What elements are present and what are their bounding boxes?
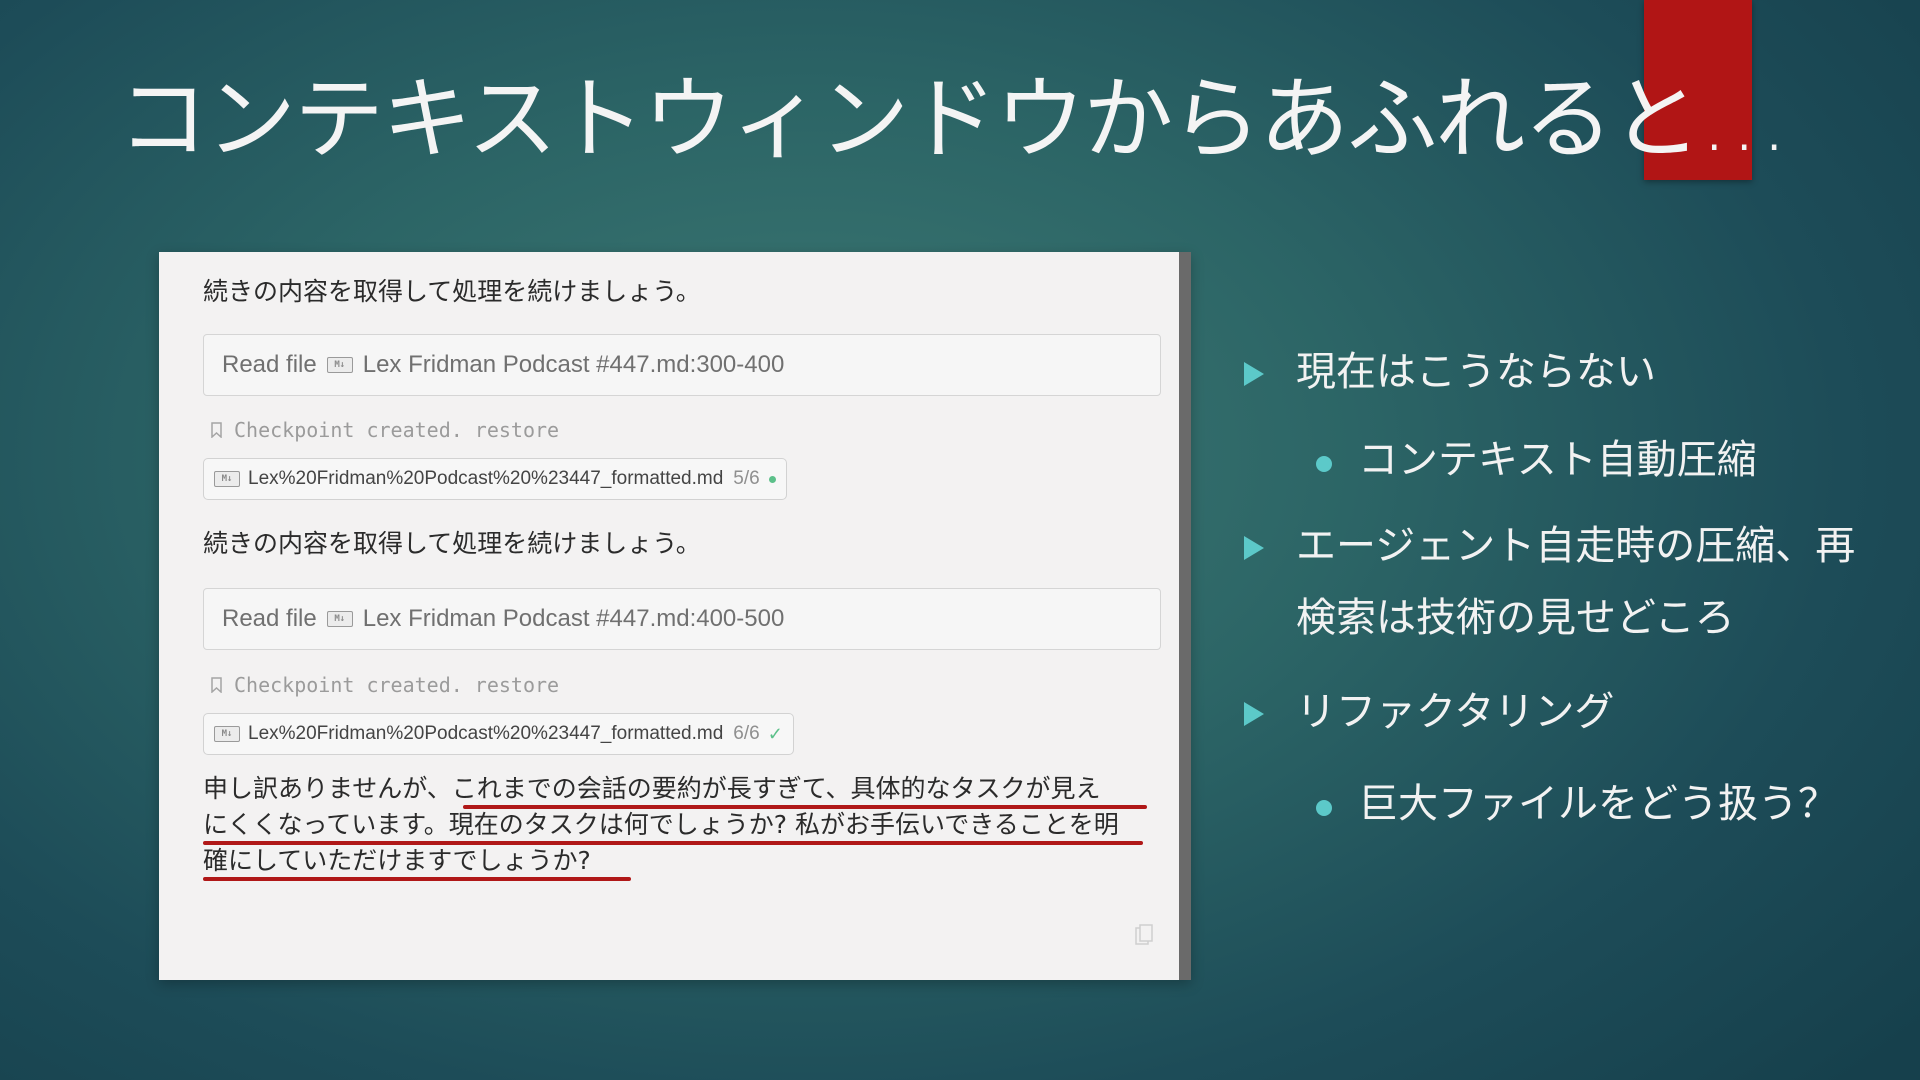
- dot-bullet-icon: [1316, 456, 1332, 472]
- chat-screenshot: 続きの内容を取得して処理を続けましょう。 Read file M↓ Lex Fr…: [159, 252, 1191, 980]
- checkpoint-label: Checkpoint created.: [234, 418, 463, 442]
- tool-file-label: Lex Fridman Podcast #447.md:400-500: [362, 605, 785, 632]
- reply-line: にくくなっています。現在のタスクは何でしょうか? 私がお手伝いできることを明: [203, 807, 1163, 845]
- arrow-bullet-icon: [1244, 362, 1264, 386]
- assistant-reply: 申し訳ありませんが、これまでの会話の要約が長すぎて、具体的なタスクが見え にくく…: [203, 771, 1163, 881]
- file-chip-count: 6/6: [733, 723, 760, 744]
- bookmark-icon: [211, 422, 222, 438]
- reply-text: 申し訳ありませんが、: [203, 774, 452, 803]
- slide-title: コンテキストウィンドウからあふれると…: [118, 67, 1789, 172]
- bullet-subitem: 巨大ファイルをどう扱う？: [1358, 781, 1838, 827]
- file-chip[interactable]: M↓ Lex%20Fridman%20Podcast%20%23447_form…: [203, 713, 794, 755]
- file-chip-count: 5/6: [733, 468, 760, 489]
- scrollbar[interactable]: [1179, 252, 1191, 980]
- assistant-message: 続きの内容を取得して処理を続けましょう。: [203, 277, 701, 306]
- copy-icon[interactable]: [1135, 924, 1153, 946]
- bullet-subitem: コンテキスト自動圧縮: [1358, 437, 1757, 483]
- tool-action-label: Read file: [222, 605, 317, 632]
- bookmark-icon: [211, 677, 222, 693]
- checkpoint-notice: Checkpoint created. restore: [211, 673, 559, 697]
- status-dot-icon: [768, 475, 776, 483]
- red-underline: [203, 877, 631, 881]
- restore-link[interactable]: restore: [475, 418, 559, 442]
- restore-link[interactable]: restore: [475, 673, 559, 697]
- bullet-item-continuation: 検索は技術の見せどころ: [1296, 595, 1735, 641]
- file-chip-name: Lex%20Fridman%20Podcast%20%23447_formatt…: [248, 468, 724, 489]
- markdown-file-icon: M↓: [214, 726, 240, 742]
- markdown-file-icon: M↓: [214, 471, 240, 487]
- reply-line: 確にしていただけますでしょうか?: [203, 843, 1163, 881]
- bullet-item: エージェント自走時の圧縮、再: [1296, 523, 1856, 569]
- tool-action-label: Read file: [222, 351, 317, 378]
- arrow-bullet-icon: [1244, 702, 1264, 726]
- check-icon: ✓: [767, 723, 783, 744]
- assistant-message: 続きの内容を取得して処理を続けましょう。: [203, 529, 701, 558]
- tool-call-read-file[interactable]: Read file M↓ Lex Fridman Podcast #447.md…: [203, 334, 1161, 396]
- file-chip[interactable]: M↓ Lex%20Fridman%20Podcast%20%23447_form…: [203, 458, 787, 500]
- markdown-file-icon: M↓: [326, 611, 353, 627]
- bullet-item: リファクタリング: [1296, 689, 1615, 735]
- bullet-item: 現在はこうならない: [1296, 349, 1656, 395]
- dot-bullet-icon: [1316, 800, 1332, 816]
- reply-line: 申し訳ありませんが、これまでの会話の要約が長すぎて、具体的なタスクが見え: [203, 771, 1163, 809]
- tool-file-label: Lex Fridman Podcast #447.md:300-400: [362, 351, 785, 378]
- reply-text: にくくなっています。現在のタスクは何でしょうか? 私がお手伝いできることを明: [203, 810, 1119, 839]
- reply-emphasis: これまでの会話の要約が長すぎて、具体的なタスクが見え: [451, 774, 1101, 803]
- tool-call-read-file[interactable]: Read file M↓ Lex Fridman Podcast #447.md…: [203, 588, 1161, 650]
- markdown-file-icon: M↓: [326, 357, 353, 373]
- checkpoint-notice: Checkpoint created. restore: [211, 418, 559, 442]
- file-chip-name: Lex%20Fridman%20Podcast%20%23447_formatt…: [248, 723, 724, 744]
- arrow-bullet-icon: [1244, 536, 1264, 560]
- checkpoint-label: Checkpoint created.: [234, 673, 463, 697]
- reply-text: 確にしていただけますでしょうか?: [203, 846, 591, 875]
